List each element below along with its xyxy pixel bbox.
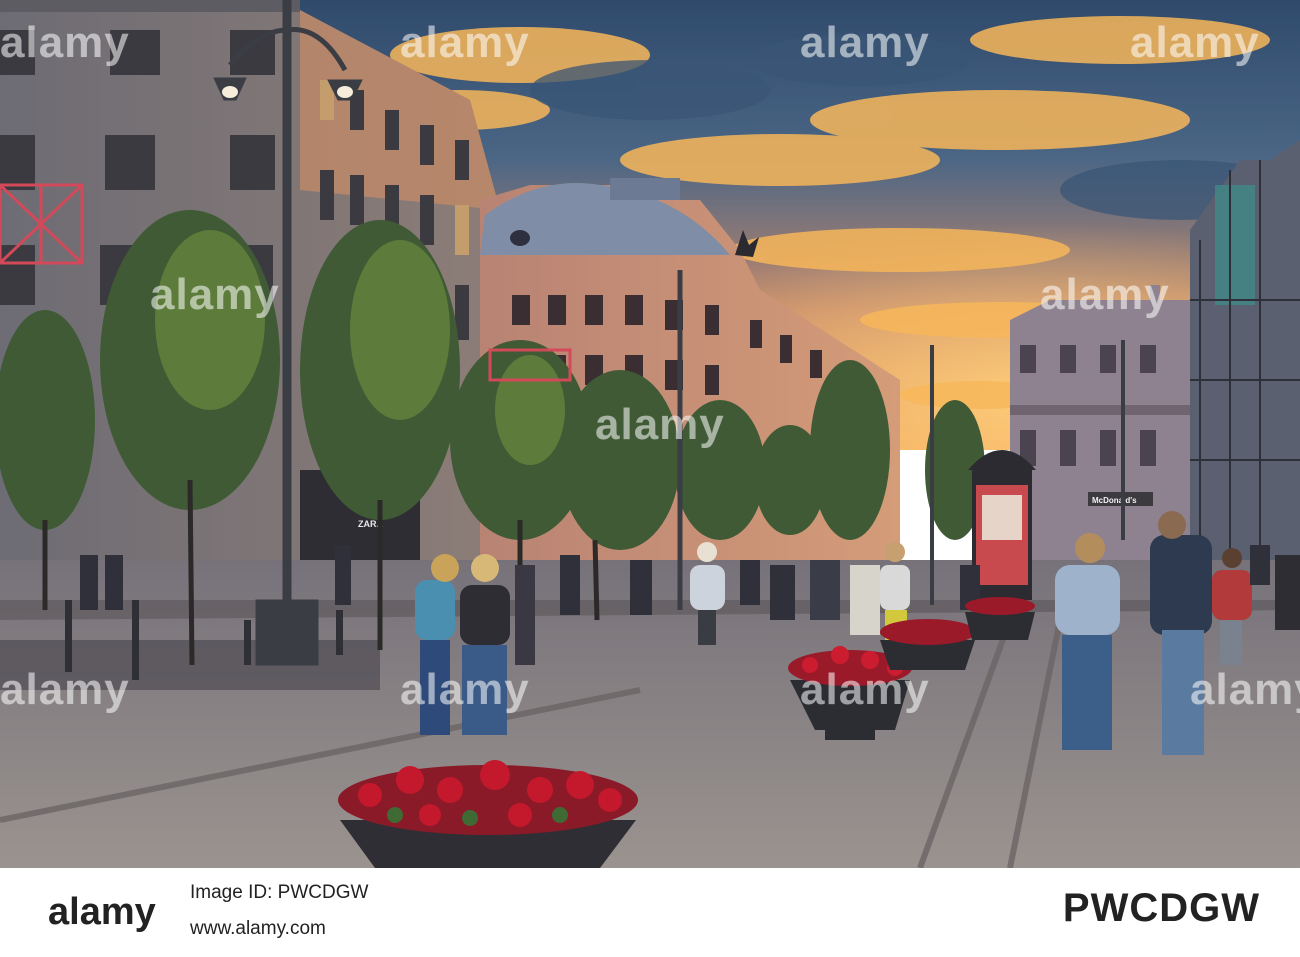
image-id-caption: Image ID: PWCDGW xyxy=(190,882,369,903)
watermark: alamy xyxy=(1040,270,1170,319)
watermark: alamy xyxy=(150,270,280,319)
watermark: alamy xyxy=(1130,18,1260,67)
watermark: alamy xyxy=(0,18,130,67)
mcdonalds-sign: McDonald's xyxy=(1092,496,1137,505)
watermark: alamy xyxy=(400,665,530,714)
watermark: alamy xyxy=(595,400,725,449)
svg-text:alamy: alamy xyxy=(48,891,156,933)
watermark: alamy xyxy=(800,665,930,714)
site-url: www.alamy.com xyxy=(190,918,326,939)
watermark: alamy xyxy=(800,18,930,67)
image-id-code: PWCDGW xyxy=(1062,886,1260,930)
watermark: alamy xyxy=(1190,665,1300,714)
alamy-logo-icon: alamy xyxy=(48,891,156,933)
stock-footer: alamy Image ID: PWCDGW www.alamy.com PWC… xyxy=(0,868,1300,957)
stock-photo-page: ZARA McDonald's alamy alamy alamy alamy … xyxy=(0,0,1300,957)
watermark: alamy xyxy=(400,18,530,67)
watermark: alamy xyxy=(0,665,130,714)
